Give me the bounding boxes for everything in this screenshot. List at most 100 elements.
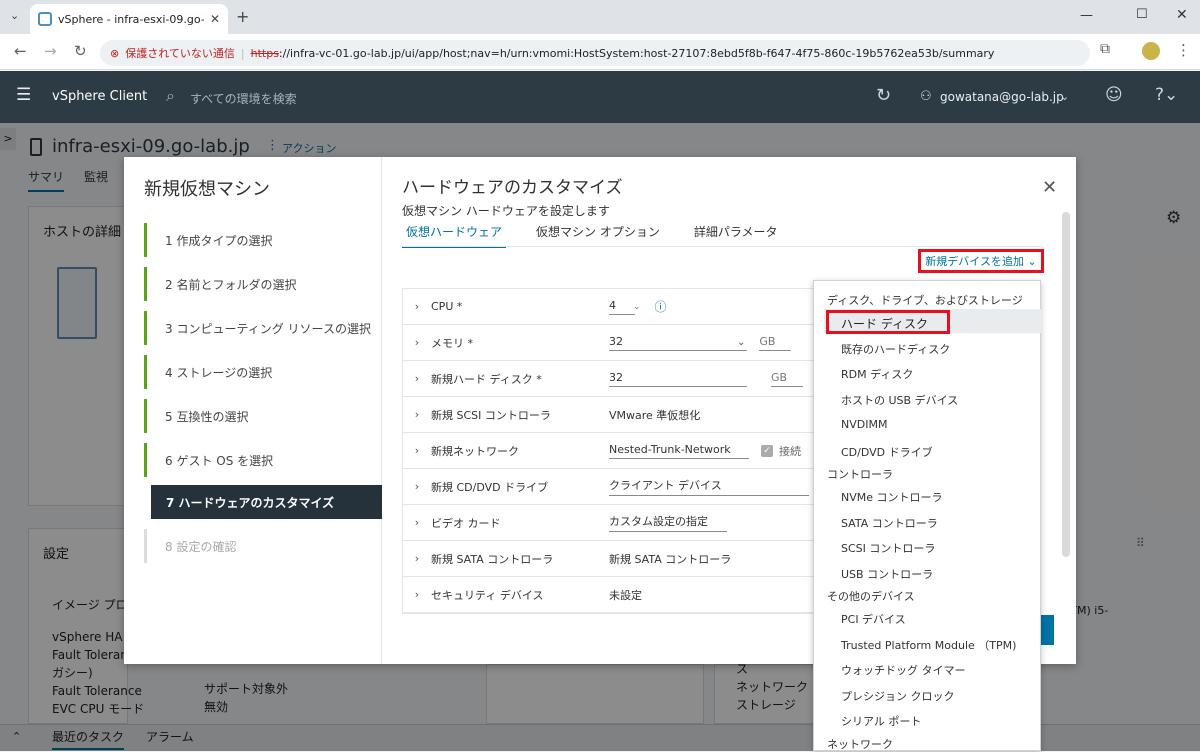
connect-label: 接続 (779, 444, 801, 458)
wizard-step[interactable]: 1 作成タイプの選択 (144, 223, 382, 257)
add-new-device-button[interactable]: 新規デバイスを追加 ⌄ (918, 249, 1044, 273)
back-icon[interactable]: ← (14, 42, 27, 60)
chevron-down-icon[interactable]: ⌄ (737, 337, 745, 348)
tabs-divider (402, 246, 1042, 247)
not-secure-icon: ⊗ (110, 46, 120, 60)
scrollbar[interactable] (1062, 212, 1070, 557)
help-icon[interactable]: ?⌄ (1155, 85, 1178, 105)
user-icon: ⚇ (920, 89, 932, 104)
dropdown-item[interactable]: Trusted Platform Module （TPM) (841, 637, 1016, 653)
network-select[interactable]: Nested-Trunk-Network (609, 443, 749, 459)
hw-value: 新規 SATA コントローラ (609, 552, 732, 566)
chevron-right-icon[interactable]: › (403, 480, 431, 493)
new-tab-icon[interactable]: + (236, 7, 249, 26)
checkbox-checked-icon[interactable]: ✓ (761, 444, 773, 457)
dropdown-item[interactable]: プレシジョン クロック (841, 688, 955, 704)
chevron-right-icon[interactable]: › (403, 552, 431, 565)
refresh-icon[interactable]: ↻ (876, 85, 891, 106)
wizard-title: 新規仮想マシン (144, 179, 270, 200)
wizard-step[interactable]: 2 名前とフォルダの選択 (144, 267, 382, 301)
browser-tab[interactable]: vSphere - infra-esxi-09.go-lab.jp ✕ (30, 4, 228, 34)
hw-label: 新規ハード ディスク * (431, 372, 542, 386)
hw-row-scsi-controller[interactable]: › 新規 SCSI コントローラ VMware 準仮想化 (403, 397, 813, 433)
url-scheme: https (250, 46, 279, 60)
hw-row-cpu[interactable]: › CPU * 4 ⌄ ⓘ (403, 289, 813, 325)
cpu-select[interactable]: 4 (609, 299, 635, 315)
wizard-step[interactable]: 3 コンピューティング リソースの選択 (144, 311, 382, 345)
dropdown-item[interactable]: PCI デバイス (841, 611, 906, 627)
browser-tab-bar: ⌄ vSphere - infra-esxi-09.go-lab.jp ✕ + … (0, 0, 1200, 34)
hw-value: 未設定 (609, 588, 642, 602)
hw-row-video-card[interactable]: › ビデオ カード カスタム設定の指定 (403, 505, 813, 541)
tab-list-chevron-icon[interactable]: ⌄ (10, 9, 19, 22)
wizard-step[interactable]: 4 ストレージの選択 (144, 355, 382, 389)
vsphere-favicon-icon (38, 12, 52, 26)
wizard-step-active[interactable]: 7 ハードウェアのカスタマイズ (151, 485, 382, 519)
maximize-icon[interactable]: ☐ (1136, 7, 1148, 22)
hamburger-menu-icon[interactable]: ☰ (16, 85, 31, 105)
dropdown-item[interactable]: ウォッチドッグ タイマー (841, 662, 966, 678)
browser-menu-icon[interactable]: ⋮ (1176, 41, 1191, 59)
hw-label: メモリ * (431, 336, 473, 350)
hw-row-sata-controller[interactable]: › 新規 SATA コントローラ 新規 SATA コントローラ (403, 541, 813, 577)
dropdown-item[interactable]: CD/DVD ドライブ (841, 444, 933, 460)
wizard-step[interactable]: 5 互換性の選択 (144, 399, 382, 433)
chevron-right-icon[interactable]: › (403, 444, 431, 457)
tab-advanced-parameters[interactable]: 詳細パラメータ (690, 223, 782, 248)
chevron-right-icon[interactable]: › (403, 516, 431, 529)
profile-avatar[interactable] (1142, 42, 1160, 60)
window-close-icon[interactable]: ✕ (1176, 7, 1188, 23)
dropdown-item[interactable]: ホストの USB デバイス (841, 392, 958, 408)
disk-unit-select[interactable]: GB (771, 371, 803, 387)
hw-row-security-device[interactable]: › セキュリティ デバイス 未設定 (403, 577, 813, 613)
chevron-down-icon[interactable]: ⌄ (633, 302, 641, 312)
hw-row-cd-dvd[interactable]: › 新規 CD/DVD ドライブ クライアント デバイス (403, 469, 813, 505)
cd-dvd-select[interactable]: クライアント デバイス (609, 477, 809, 496)
tab-virtual-hardware[interactable]: 仮想ハードウェア (402, 223, 507, 248)
user-menu-chevron-icon[interactable]: ⌄ (1060, 90, 1069, 103)
memory-unit-select[interactable]: GB (759, 335, 792, 351)
hw-label: セキュリティ デバイス (431, 588, 544, 602)
wizard-step-pending: 8 設定の確認 (144, 529, 382, 563)
tab-close-icon[interactable]: ✕ (210, 12, 220, 26)
dropdown-item[interactable]: NVDIMM (841, 418, 887, 431)
hw-label: CPU * (431, 300, 463, 313)
info-icon[interactable]: ⓘ (655, 298, 667, 315)
url-text: ://infra-vc-01.go-lab.jp/ui/app/host;nav… (278, 46, 995, 60)
dropdown-item[interactable]: SATA コントローラ (841, 515, 938, 531)
chevron-right-icon[interactable]: › (403, 588, 431, 601)
hw-row-memory[interactable]: › メモリ * 32 ⌄ GB (403, 325, 813, 361)
hw-row-new-hard-disk[interactable]: › 新規ハード ディスク * 32 GB (403, 361, 813, 397)
dropdown-item[interactable]: SCSI コントローラ (841, 540, 935, 556)
dropdown-item[interactable]: NVMe コントローラ (841, 489, 943, 505)
chevron-right-icon[interactable]: › (403, 300, 431, 313)
wizard-step[interactable]: 6 ゲスト OS を選択 (144, 443, 382, 477)
wizard-sidebar: 新規仮想マシン 1 作成タイプの選択 2 名前とフォルダの選択 3 コンピューテ… (124, 157, 382, 664)
dropdown-item[interactable]: 既存のハードディスク (841, 341, 950, 357)
user-menu[interactable]: gowatana@go-lab.jp (940, 90, 1064, 104)
chevron-right-icon[interactable]: › (403, 408, 431, 421)
url-omnibox[interactable]: ⊗ 保護されていない通信 | https://infra-vc-01.go-la… (100, 40, 1090, 66)
tab-vm-options[interactable]: 仮想マシン オプション (532, 223, 664, 248)
global-search-input[interactable]: すべての環境を検索 (190, 90, 297, 107)
dropdown-item[interactable]: RDM ディスク (841, 366, 913, 382)
extensions-icon[interactable]: ⧉ (1100, 41, 1110, 57)
hw-row-network[interactable]: › 新規ネットワーク Nested-Trunk-Network ✓ 接続 (403, 433, 813, 469)
chevron-right-icon[interactable]: › (403, 372, 431, 385)
add-device-dropdown: ディスク、ドライブ、およびストレージ ハード ディスク 既存のハードディスク R… (813, 280, 1042, 751)
dropdown-item[interactable]: シリアル ポート (841, 713, 921, 729)
close-icon[interactable]: ✕ (1042, 177, 1057, 198)
dropdown-section-header: その他のデバイス (827, 590, 915, 603)
forward-icon[interactable]: → (44, 42, 57, 60)
memory-input[interactable]: 32 (609, 335, 747, 351)
dropdown-section-header: コントローラ (827, 468, 893, 481)
disk-size-input[interactable]: 32 (609, 371, 747, 387)
minimize-icon[interactable]: — (1080, 8, 1093, 23)
dropdown-item[interactable]: USB コントローラ (841, 566, 933, 582)
feedback-smiley-icon[interactable]: ☺ (1105, 85, 1123, 105)
chevron-right-icon[interactable]: › (403, 336, 431, 349)
reload-icon[interactable]: ↻ (74, 42, 87, 60)
video-card-select[interactable]: カスタム設定の指定 (609, 513, 727, 532)
tab-title: vSphere - infra-esxi-09.go-lab.jp (58, 12, 204, 26)
dropdown-item-hard-disk[interactable]: ハード ディスク (826, 310, 950, 334)
